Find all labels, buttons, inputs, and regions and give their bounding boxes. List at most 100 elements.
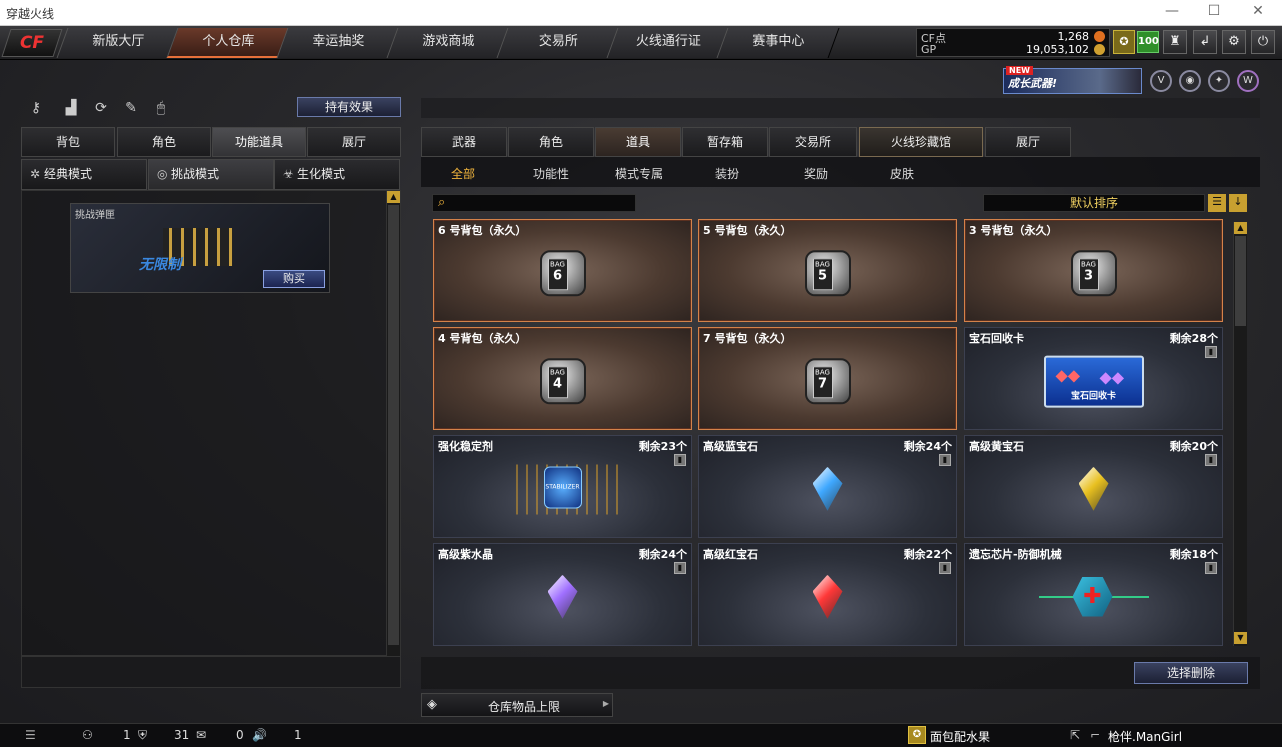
mode-challenge[interactable]: ◎ 挑战模式 [148,159,274,190]
right-tab-character[interactable]: 角色 [508,127,594,157]
item-card[interactable]: 遗忘芯片-防御机械 剩余18个 ▮ ✚ [964,543,1223,646]
item-card[interactable]: 6 号背包（永久） BAG 6 [433,219,692,322]
scroll-thumb[interactable] [388,205,399,645]
item-card[interactable]: 3 号背包（永久） BAG 3 [964,219,1223,322]
friends-icon[interactable]: ⚇ [82,728,93,742]
settings-gear-icon[interactable]: ⚙ [1222,30,1246,54]
filter-mode-exclusive[interactable]: 模式专属 [615,165,663,181]
item-card[interactable]: 4 号背包（永久） BAG 4 [433,327,692,430]
item-name: 宝石回收卡 [969,332,1024,345]
item-name: 4 号背包（永久） [438,332,527,345]
trash-icon[interactable]: ▮ [674,562,686,574]
filter-all[interactable]: 全部 [451,165,475,181]
trash-icon[interactable]: ▮ [1205,346,1217,358]
menu-list-icon[interactable]: ☰ [25,728,36,742]
right-tab-items[interactable]: 道具 [595,127,681,157]
filter-skin[interactable]: 皮肤 [890,165,914,181]
scroll-up-icon[interactable]: ▲ [1234,222,1247,234]
v-badge-icon[interactable]: V [1150,70,1172,92]
nav-tab-exchange[interactable]: 交易所 [496,28,620,58]
scroll-thumb[interactable] [1235,236,1246,326]
storage-limit-bar[interactable]: ◈ 仓库物品上限 ▶ [421,693,613,717]
scroll-up-icon[interactable]: ▲ [387,191,400,203]
right-tab-weapons[interactable]: 武器 [421,127,507,157]
filter-cosmetic[interactable]: 装扮 [715,165,739,181]
spray-icon[interactable]: ✎ [121,98,141,118]
volume-count: 1 [294,728,302,742]
challenge-magazine-card[interactable]: 挑战弹匣 无限制 购买 [70,203,330,293]
sort-dropdown[interactable]: 默认排序 [983,194,1205,212]
list-view-icon[interactable]: ☰ [1208,194,1226,212]
gun-icon: ⌐ [1090,728,1101,742]
wings-badge-icon[interactable]: ✦ [1208,70,1230,92]
item-name: 高级红宝石 [703,548,758,561]
right-scrollbar[interactable]: ▲ ▼ [1233,222,1247,646]
left-tab-character[interactable]: 角色 [117,127,211,157]
right-tab-storage[interactable]: 暂存箱 [682,127,768,157]
maximize-icon[interactable]: ☐ [1204,3,1224,23]
globe-badge-icon[interactable]: ◉ [1179,70,1201,92]
owned-effects-button[interactable]: 持有效果 [297,97,401,117]
shield-icon[interactable]: ⛨ [138,728,147,743]
trash-icon[interactable]: ▮ [939,454,951,466]
close-icon[interactable]: ✕ [1248,3,1268,23]
window-title: 穿越火线 [6,7,55,21]
rank-icon[interactable]: ✪ [1113,30,1135,54]
item-card[interactable]: 高级蓝宝石 剩余24个 ▮ [698,435,957,538]
nav-tab-events[interactable]: 赛事中心 [716,28,840,58]
item-card[interactable]: 高级黄宝石 剩余20个 ▮ [964,435,1223,538]
trash-icon[interactable]: ▮ [939,562,951,574]
filter-functional[interactable]: 功能性 [533,165,569,181]
backpack-icon: BAG 4 [539,357,586,404]
promo-banner[interactable]: NEW 成长武器! [1003,66,1142,94]
buy-button[interactable]: 购买 [263,270,325,288]
clan-icon[interactable]: ♜ [1163,30,1187,54]
mode-zombie[interactable]: ☣ 生化模式 [274,159,400,190]
chat-icon[interactable]: ✉ [196,728,206,742]
trash-icon[interactable]: ▮ [674,454,686,466]
item-card[interactable]: 高级红宝石 剩余22个 ▮ [698,543,957,646]
mouse-icon[interactable]: 🖱 [151,98,171,118]
volume-icon[interactable]: 🔊 [252,728,267,742]
key-icon[interactable]: ⚷ [26,98,46,118]
trash-icon[interactable]: ▮ [1205,454,1217,466]
power-icon[interactable]: ⏻ [1251,30,1275,54]
sort-direction-icon[interactable]: ↓ [1229,194,1247,212]
backpack-icon: BAG 6 [539,249,586,296]
mode-classic[interactable]: ✲ 经典模式 [21,159,147,190]
nav-tab-shop[interactable]: 游戏商城 [386,28,510,58]
item-card[interactable]: 7 号背包（永久） BAG 7 [698,327,957,430]
scroll-down-icon[interactable]: ▼ [1234,632,1247,644]
right-tab-showroom[interactable]: 展厅 [985,127,1071,157]
nav-tab-lobby[interactable]: 新版大厅 [56,28,180,58]
stats-icon[interactable]: ▟ [61,98,81,118]
left-tab-backpack[interactable]: 背包 [21,127,115,157]
player-name-1[interactable]: 面包配水果 [930,728,990,745]
return-icon[interactable]: ↲ [1193,30,1217,54]
nav-tab-pass[interactable]: 火线通行证 [606,28,730,58]
backpack-icon: BAG 5 [804,249,851,296]
select-delete-button[interactable]: 选择删除 [1134,662,1248,684]
left-scrollbar[interactable]: ▲ [386,191,400,657]
trash-icon[interactable]: ▮ [1205,562,1217,574]
minimize-icon[interactable]: — [1162,3,1182,23]
player-name-2[interactable]: 枪伴.ManGirl [1108,728,1182,745]
filter-reward[interactable]: 奖励 [804,165,828,181]
expand-icon[interactable]: ⇱ [1070,728,1080,742]
window-titlebar: 穿越火线 — ☐ ✕ [0,0,1282,26]
item-name: 5 号背包（永久） [703,224,792,237]
right-tab-collection[interactable]: 火线珍藏馆 [859,127,983,157]
item-card[interactable]: 高级紫水晶 剩余24个 ▮ [433,543,692,646]
item-card[interactable]: 强化稳定剂 剩余23个 ▮ STABILIZER [433,435,692,538]
nav-tab-lottery[interactable]: 幸运抽奖 [276,28,400,58]
right-tab-exchange[interactable]: 交易所 [769,127,857,157]
refresh-icon[interactable]: ⟳ [91,98,111,118]
w-badge-icon[interactable]: W [1237,70,1259,92]
item-card[interactable]: 宝石回收卡 剩余28个 ▮ ◆◆ ◆◆ 宝石回收卡 [964,327,1223,430]
nav-tab-warehouse[interactable]: 个人仓库 [166,28,290,58]
cf-logo[interactable]: CF [1,29,63,57]
search-input[interactable]: ⌕ [432,194,636,212]
left-tab-function-items[interactable]: 功能道具 [212,127,306,157]
left-tab-showroom[interactable]: 展厅 [307,127,401,157]
item-card[interactable]: 5 号背包（永久） BAG 5 [698,219,957,322]
